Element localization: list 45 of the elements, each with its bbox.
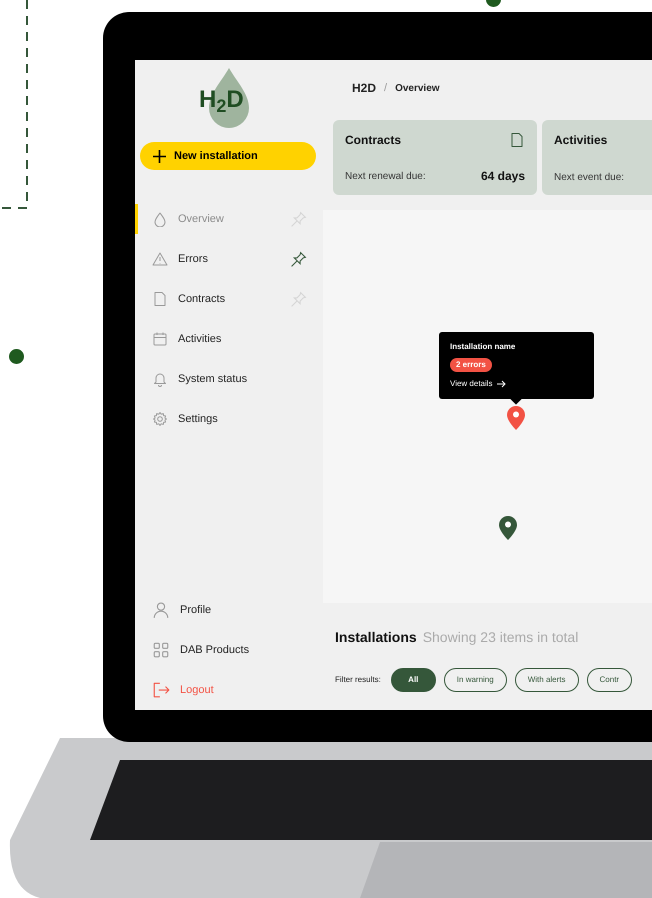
item-count: Showing 23 items in total	[422, 628, 578, 647]
nav-item[interactable]: Contracts	[135, 279, 323, 319]
warning-icon	[152, 251, 168, 267]
tooltip-title: Installation name	[450, 341, 516, 353]
breadcrumb-current: Overview	[395, 82, 440, 96]
card-title: Activities	[554, 132, 608, 149]
nav-item[interactable]: Errors	[135, 239, 323, 279]
section-title: Installations	[335, 628, 417, 647]
nav-item[interactable]: Profile	[135, 590, 323, 630]
pin-icon[interactable]	[290, 250, 307, 268]
view-details-link[interactable]: View details	[450, 378, 506, 390]
nav-item[interactable]: Activities	[135, 319, 323, 359]
error-badge: 2 errors	[450, 358, 492, 372]
filter-chip[interactable]: In warning	[444, 668, 507, 692]
document-icon	[509, 132, 525, 148]
nav-item[interactable]: System status	[135, 359, 323, 399]
card-label: Next event due:	[554, 171, 624, 185]
bell-icon	[152, 371, 168, 387]
calendar-icon	[152, 331, 168, 347]
logo-text: H$_{2}$D	[199, 88, 244, 112]
plus-icon	[153, 150, 166, 162]
breadcrumb-separator: /	[384, 80, 388, 96]
card-value: 64 days	[480, 168, 525, 185]
arrow-right-icon	[496, 380, 506, 388]
document-icon	[152, 291, 168, 307]
nav-item[interactable]: DAB Products	[135, 630, 323, 670]
map-pin-icon[interactable]	[499, 516, 517, 540]
active-indicator	[135, 204, 138, 234]
summary-card[interactable]: Activities Next event due:	[542, 120, 652, 195]
logout-icon	[152, 681, 170, 699]
grid-icon	[152, 641, 170, 659]
map-pin-icon[interactable]	[507, 406, 525, 430]
card-title: Contracts	[345, 132, 402, 149]
filter-chip[interactable]: Contr	[586, 668, 632, 692]
person-icon	[152, 601, 170, 619]
filter-chip[interactable]: All	[390, 668, 436, 692]
summary-card[interactable]: Contracts Next renewal due: 64 days	[333, 120, 537, 195]
breadcrumb-link[interactable]: H2D	[352, 79, 376, 97]
drop-icon	[152, 211, 168, 227]
filter-label: Filter results:	[335, 674, 381, 686]
card-label: Next renewal due:	[345, 170, 426, 184]
new-installation-button[interactable]: New installation	[140, 142, 316, 170]
filter-chip[interactable]: With alerts	[514, 668, 579, 692]
settings-icon	[152, 411, 168, 427]
nav-item[interactable]: Settings	[135, 399, 323, 439]
